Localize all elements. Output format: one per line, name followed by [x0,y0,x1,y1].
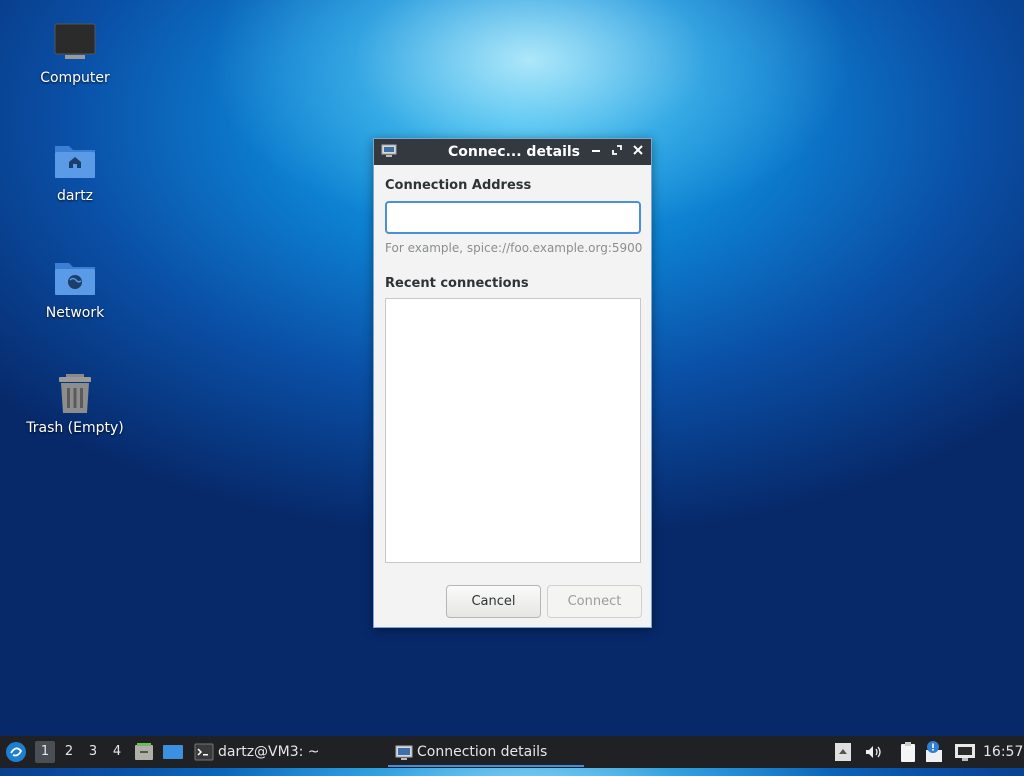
volume-button[interactable] [863,742,883,762]
connection-address-hint: For example, spice://foo.example.org:590… [385,241,643,255]
monitor-icon [381,144,397,158]
speaker-icon [866,746,881,758]
desktop-icon-trash[interactable]: Trash (Empty) [20,372,130,436]
dialog-titlebar[interactable]: Connec... details [374,139,651,165]
active-task-indicator [388,765,584,767]
desktop-icon-label: Computer [40,70,110,86]
terminal-task-icon [194,742,214,762]
recent-connections-label: Recent connections [385,276,529,291]
desktop-icon-network[interactable]: Network [20,257,130,321]
workspace-3[interactable]: 3 [83,736,103,768]
connection-details-dialog: Connec... details Connection Address For… [373,138,652,628]
workspace-2[interactable]: 2 [59,736,79,768]
terminal-icon [194,743,214,761]
clipboard-button[interactable] [898,741,918,763]
show-desktop-button[interactable] [162,742,184,762]
file-manager-icon [135,743,153,760]
trash-icon [53,372,97,416]
workspace-4[interactable]: 4 [107,736,127,768]
active-task-icon [395,742,413,762]
desktop-icon-label: Trash (Empty) [26,420,124,436]
connection-address-input[interactable] [385,201,641,234]
clock[interactable]: 16:57 [983,736,1023,768]
network-folder-icon [53,257,97,301]
computer-icon [53,22,97,66]
file-manager-launcher[interactable] [134,742,154,762]
desktop-icon-computer[interactable]: Computer [20,22,130,86]
desktop-icon-label: Network [45,305,105,321]
info-alert-icon [926,741,942,762]
recent-connections-list[interactable] [385,298,641,563]
terminal-task[interactable]: dartz@VM3: ~ [218,736,320,768]
workspace-1[interactable]: 1 [35,741,55,763]
monitor-icon [395,745,413,760]
active-task[interactable]: Connection details [417,736,547,768]
close-icon [633,145,643,155]
taskbar: 1 2 3 4 dartz@VM3: ~ Connection details [0,736,1024,768]
connection-address-label: Connection Address [385,178,532,193]
desktop-icon-label: dartz [56,188,94,204]
start-menu-button[interactable] [5,741,27,763]
close-button[interactable] [629,142,647,162]
wired-network-icon [955,744,975,761]
minimize-icon [592,150,600,152]
maximize-button[interactable] [608,142,626,162]
minimize-button[interactable] [587,142,605,162]
dialog-title: Connec... details [447,144,581,160]
lubuntu-logo-icon [6,742,26,762]
home-folder-icon [53,140,97,184]
connect-button[interactable]: Connect [547,585,642,618]
clipboard-icon [901,742,915,762]
maximize-icon [612,145,622,155]
chevron-up-icon [835,743,851,761]
network-status-button[interactable] [954,742,976,762]
notification-button[interactable] [924,740,944,764]
tray-expand-button[interactable] [835,742,851,762]
desktop-icon-home[interactable]: dartz [20,140,130,204]
cancel-button[interactable]: Cancel [446,585,541,618]
desktop-icon [163,745,183,759]
